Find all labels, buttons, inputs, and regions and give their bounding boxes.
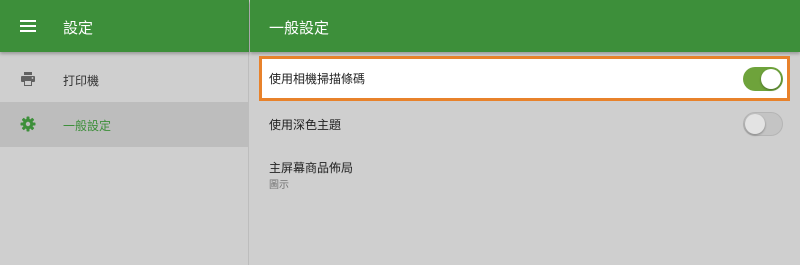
printer-icon — [21, 72, 35, 86]
toggle-knob — [761, 69, 781, 89]
sidebar-item-label: 一般設定 — [63, 119, 112, 133]
gear-icon — [20, 116, 36, 132]
setting-label: 使用深色主題 — [269, 118, 342, 132]
sidebar-title: 設定 — [63, 19, 94, 37]
hamburger-menu-icon[interactable] — [20, 18, 36, 32]
setting-label: 使用相機掃描條碼 — [269, 72, 366, 86]
camera-barcode-setting-row[interactable]: 使用相機掃描條碼 — [259, 56, 790, 101]
setting-value: 圖示 — [269, 180, 289, 191]
sidebar-item-general-settings[interactable]: 一般設定 — [0, 102, 249, 147]
sidebar-item-label: 打印機 — [63, 74, 100, 88]
sidebar-item-printer[interactable]: 打印機 — [0, 57, 249, 102]
home-layout-setting-row[interactable]: 主屏幕商品佈局 圖示 — [269, 152, 789, 197]
dark-theme-setting-row[interactable]: 使用深色主題 — [259, 102, 790, 147]
settings-panel: 一般設定 使用相機掃描條碼 使用深色主題 主屏幕商品佈局 圖示 — [250, 0, 800, 265]
camera-barcode-toggle[interactable] — [743, 67, 783, 91]
page-title: 一般設定 — [269, 19, 330, 37]
sidebar: 設定 打印機 一般設定 — [0, 0, 249, 265]
main-app-bar: 一般設定 — [250, 0, 800, 52]
toggle-knob — [745, 114, 765, 134]
sidebar-app-bar: 設定 — [0, 0, 249, 52]
dark-theme-toggle[interactable] — [743, 112, 783, 136]
setting-label: 主屏幕商品佈局 — [269, 161, 354, 175]
